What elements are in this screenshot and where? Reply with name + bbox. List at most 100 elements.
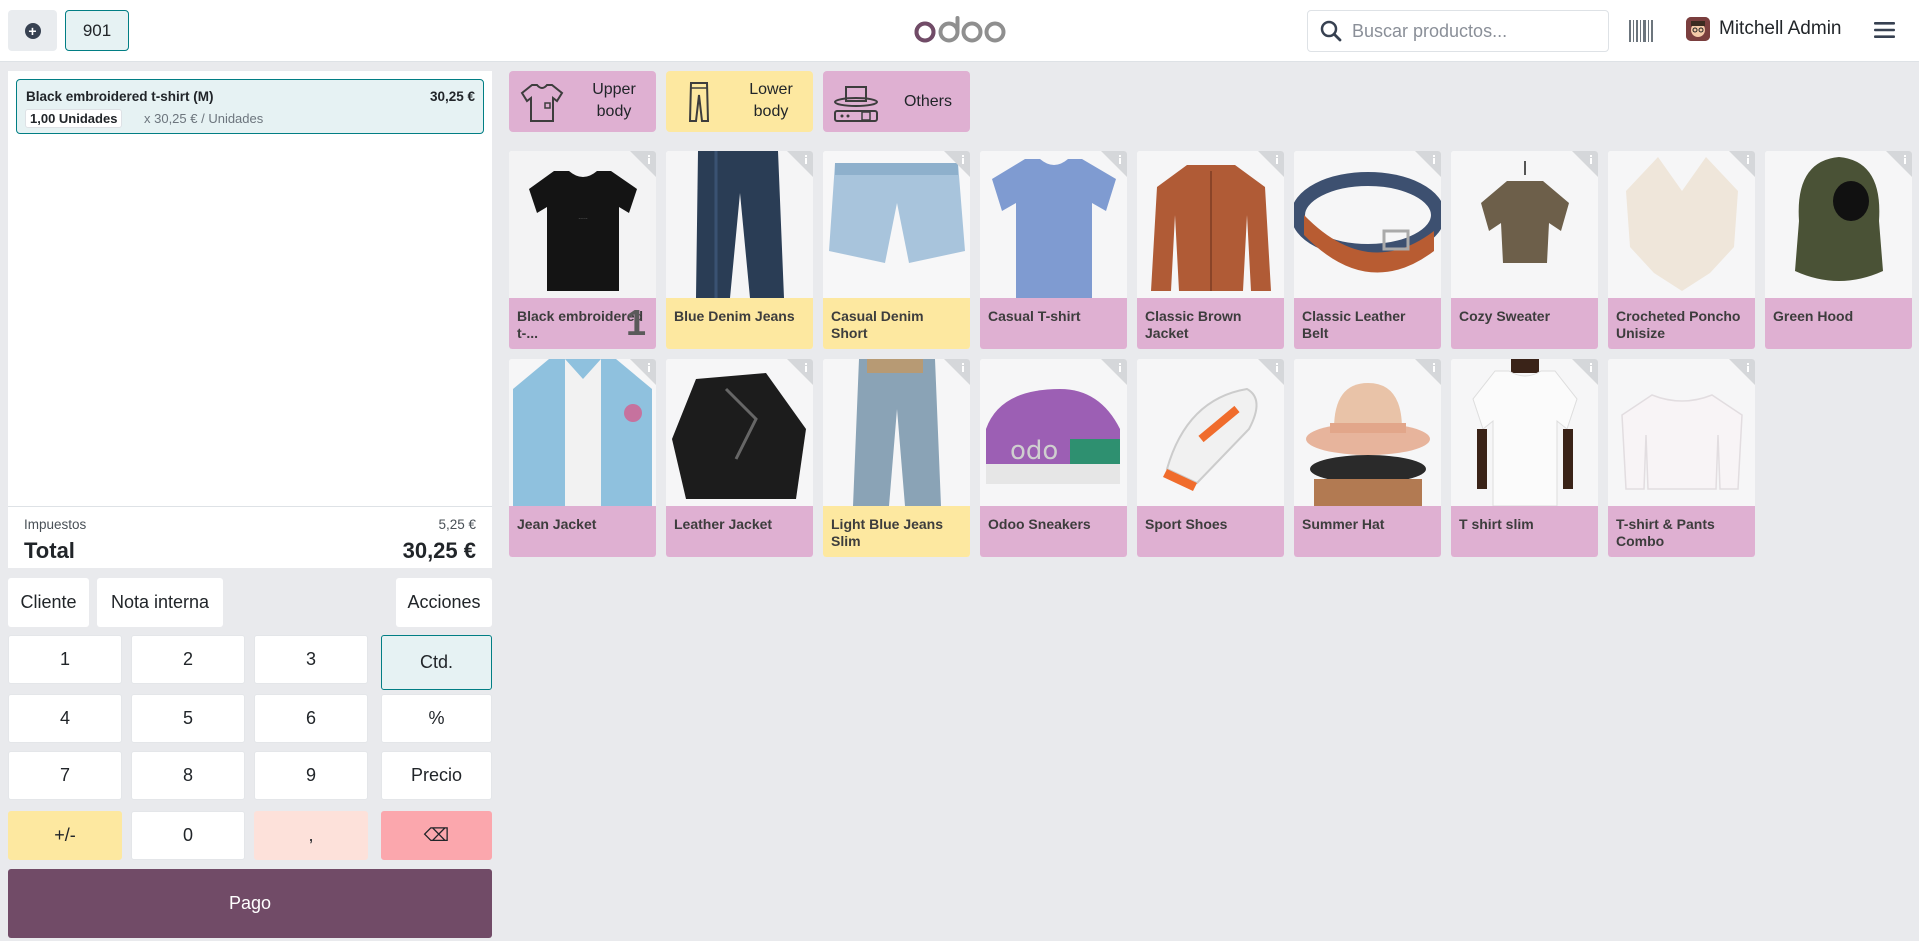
odoo-logo [914, 10, 1006, 50]
user-name: Mitchell Admin [1719, 18, 1842, 39]
product-card[interactable]: Casual Denim Short [823, 151, 970, 349]
product-name: Cozy Sweater [1451, 298, 1598, 349]
numpad-9[interactable]: 9 [254, 751, 368, 800]
product-card[interactable]: Cozy Sweater [1451, 151, 1598, 349]
product-card[interactable]: Casual T-shirt [980, 151, 1127, 349]
info-icon[interactable] [1258, 151, 1284, 177]
total-label: Total [24, 538, 75, 563]
barcode-icon[interactable] [1629, 20, 1653, 42]
product-name: Leather Jacket [666, 506, 813, 557]
discount-mode-button[interactable]: % [381, 694, 492, 743]
info-icon[interactable] [630, 151, 656, 177]
order-line[interactable]: Black embroidered t-shirt (M) 30,25 € 1,… [16, 79, 484, 134]
info-icon[interactable] [1886, 151, 1912, 177]
product-name: Blue Denim Jeans [666, 298, 813, 349]
order-line-name: Black embroidered t-shirt (M) [26, 89, 214, 104]
price-mode-button[interactable]: Precio [381, 751, 492, 800]
product-name: T-shirt & Pants Combo [1608, 506, 1755, 557]
order-line-price: 30,25 € [429, 89, 475, 104]
info-icon[interactable] [1415, 359, 1441, 385]
info-icon[interactable] [1572, 151, 1598, 177]
backspace-button[interactable]: ⌫ [381, 811, 492, 860]
plus-circle-icon: + [24, 22, 41, 39]
numpad-6[interactable]: 6 [254, 694, 368, 743]
product-search[interactable] [1307, 10, 1609, 52]
info-icon[interactable] [630, 359, 656, 385]
category-lower-body[interactable]: Lower body [666, 71, 813, 132]
user-menu[interactable]: Mitchell Admin [1686, 17, 1842, 41]
info-icon[interactable] [1258, 359, 1284, 385]
info-icon[interactable] [1729, 359, 1755, 385]
product-name: Sport Shoes [1137, 506, 1284, 557]
product-card[interactable]: Light Blue Jeans Slim [823, 359, 970, 557]
product-card[interactable]: Jean Jacket [509, 359, 656, 557]
info-icon[interactable] [787, 151, 813, 177]
category-label-line1: Upper [592, 81, 636, 98]
quantity-mode-button[interactable]: Ctd. [381, 635, 492, 690]
svg-text:odo: odo [1010, 436, 1058, 466]
order-totals: Impuestos 5,25 € Total 30,25 € [8, 506, 492, 568]
internal-note-button[interactable]: Nota interna [97, 578, 223, 627]
product-card[interactable]: Summer Hat [1294, 359, 1441, 557]
new-order-button[interactable]: + [8, 10, 57, 51]
numpad-7[interactable]: 7 [8, 751, 122, 800]
product-name: Jean Jacket [509, 506, 656, 557]
product-card[interactable]: odo Odoo Sneakers [980, 359, 1127, 557]
numpad-2[interactable]: 2 [131, 635, 245, 684]
info-icon[interactable] [787, 359, 813, 385]
product-card[interactable]: Classic Leather Belt [1294, 151, 1441, 349]
order-line-qty: 1,00 Unidades [25, 109, 123, 128]
product-name: Summer Hat [1294, 506, 1441, 557]
sign-toggle-button[interactable]: +/- [8, 811, 122, 860]
category-upper-body[interactable]: Upper body [509, 71, 656, 132]
numpad-4[interactable]: 4 [8, 694, 122, 743]
order-line-unit-price: x 30,25 € / Unidades [144, 111, 264, 126]
product-card[interactable]: Leather Jacket [666, 359, 813, 557]
product-name: Green Hood [1765, 298, 1912, 349]
info-icon[interactable] [944, 151, 970, 177]
product-card[interactable]: Classic Brown Jacket [1137, 151, 1284, 349]
tax-value: 5,25 € [438, 517, 476, 532]
info-icon[interactable] [944, 359, 970, 385]
product-name: Crocheted Poncho Unisize [1608, 298, 1755, 349]
tax-label: Impuestos [24, 517, 87, 532]
info-icon[interactable] [1415, 151, 1441, 177]
top-navbar: + 901 Buscar productos... Mitchell Admin [0, 0, 1919, 62]
product-name: Casual Denim Short [823, 298, 970, 349]
customer-button[interactable]: Cliente [8, 578, 89, 627]
product-card[interactable]: T shirt slim [1451, 359, 1598, 557]
search-icon [1320, 20, 1342, 42]
actions-button[interactable]: Acciones [396, 578, 492, 627]
category-others[interactable]: Others [823, 71, 970, 132]
payment-button[interactable]: Pago [8, 869, 492, 938]
product-card[interactable]: Green Hood [1765, 151, 1912, 349]
category-label-line1: Lower [749, 81, 793, 98]
category-label-line2: body [753, 103, 789, 121]
info-icon[interactable] [1101, 359, 1127, 385]
search-input[interactable] [1352, 20, 1592, 42]
category-label: Others [903, 93, 952, 110]
order-panel: Black embroidered t-shirt (M) 30,25 € 1,… [8, 71, 492, 506]
numpad-0[interactable]: 0 [131, 811, 245, 860]
numpad-1[interactable]: 1 [8, 635, 122, 684]
hat-belt-icon [834, 86, 878, 122]
product-name: Light Blue Jeans Slim [823, 506, 970, 557]
numpad-3[interactable]: 3 [254, 635, 368, 684]
product-name: Casual T-shirt [980, 298, 1127, 349]
numpad-8[interactable]: 8 [131, 751, 245, 800]
product-card[interactable]: T-shirt & Pants Combo [1608, 359, 1755, 557]
numpad-5[interactable]: 5 [131, 694, 245, 743]
backspace-icon: ⌫ [423, 825, 450, 845]
info-icon[interactable] [1572, 359, 1598, 385]
hamburger-menu-icon[interactable] [1874, 21, 1895, 39]
decimal-button[interactable]: , [254, 811, 368, 860]
product-card[interactable]: Crocheted Poncho Unisize [1608, 151, 1755, 349]
category-label-line2: body [596, 103, 632, 121]
product-card[interactable]: Blue Denim Jeans [666, 151, 813, 349]
product-qty-badge: 1 [625, 302, 646, 343]
product-card[interactable]: ····· Black embroidered t-... 1 [509, 151, 656, 349]
order-tab[interactable]: 901 [65, 10, 129, 51]
info-icon[interactable] [1729, 151, 1755, 177]
product-card[interactable]: Sport Shoes [1137, 359, 1284, 557]
info-icon[interactable] [1101, 151, 1127, 177]
